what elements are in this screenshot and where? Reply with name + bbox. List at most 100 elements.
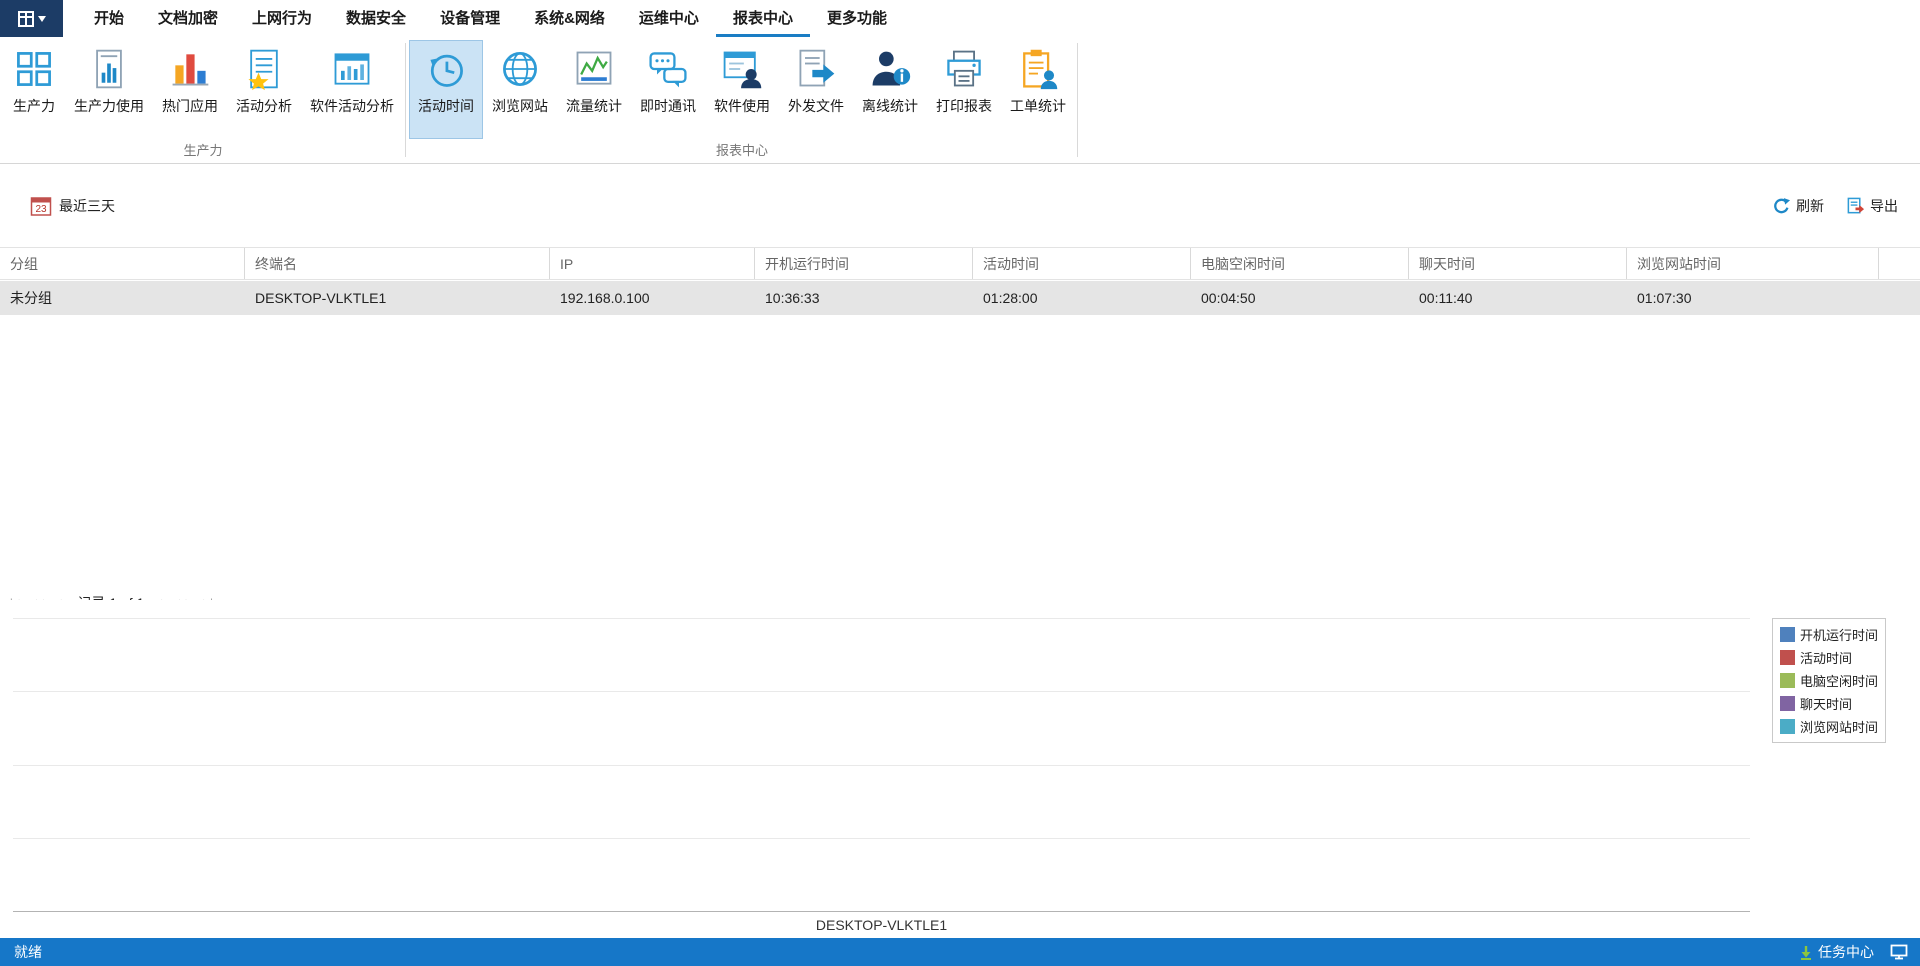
legend-swatch [1779,696,1795,711]
tab-more-features[interactable]: 更多功能 [810,0,904,37]
cell-browse-time: 01:07:30 [1637,290,1692,306]
cell-idle-time: 00:04:50 [1201,290,1256,306]
cell-terminal: DESKTOP-VLKTLE1 [255,290,387,306]
chart-legend: 开机运行时间 活动时间 电脑空闲时间 聊天时间 浏览网站时间 [1771,618,1886,743]
chart-gridline [13,837,1750,839]
ribbon-button-outgoing-files[interactable]: 外发文件 [779,40,853,139]
ribbon: 生产力 生产力使用 热门应用 活动分析 软件活动分析 生产力 活动时间 浏览网站… [0,37,1920,164]
ribbon-button-productivity[interactable]: 生产力 [3,40,65,139]
column-header-idle-time[interactable]: 电脑空闲时间 [1191,248,1409,279]
filter-bar: 23 最近三天 刷新 导出 [0,178,1920,234]
column-header-active-time[interactable]: 活动时间 [973,248,1191,279]
tab-start[interactable]: 开始 [77,0,141,37]
tab-device-management[interactable]: 设备管理 [423,0,517,37]
column-header-browse-time[interactable]: 浏览网站时间 [1627,248,1879,279]
ribbon-group-report-buttons: 活动时间 浏览网站 流量统计 即时通讯 软件使用 外发文件 离线统计 打印报表 … [409,37,1075,140]
menu-tabs: 开始 文档加密 上网行为 数据安全 设备管理 系统&网络 运维中心 报表中心 更… [77,0,904,37]
export-button[interactable]: 导出 [1846,196,1898,216]
ribbon-button-top-apps[interactable]: 热门应用 [153,40,227,139]
ribbon-group-productivity: 生产力 生产力使用 热门应用 活动分析 软件活动分析 生产力 [0,37,406,163]
chart-gridline [13,691,1750,693]
legend-item: 电脑空闲时间 [1779,671,1878,690]
tab-report-center[interactable]: 报表中心 [715,0,810,37]
legend-label: 活动时间 [1799,651,1852,666]
globe-icon [503,52,537,86]
task-center-button[interactable]: 任务中心 [1799,942,1874,962]
doc-star-icon [248,49,278,91]
ribbon-button-label: 工单统计 [1010,98,1066,114]
ribbon-button-traffic-stats[interactable]: 流量统计 [557,40,631,139]
ribbon-button-print-report[interactable]: 打印报表 [927,40,1001,139]
ribbon-button-productivity-usage[interactable]: 生产力使用 [65,40,153,139]
legend-label: 电脑空闲时间 [1799,674,1878,689]
column-header-terminal[interactable]: 终端名 [245,248,550,279]
tab-system-network[interactable]: 系统&网络 [517,0,622,37]
ribbon-button-browse-websites[interactable]: 浏览网站 [483,40,557,139]
bars-icon [172,54,209,86]
activity-time-chart: DESKTOP-VLKTLE1 开机运行时间 活动时间 电脑空闲时间 聊天时间 … [0,600,1920,938]
window-chart-icon [334,53,370,85]
traffic-chart-icon [576,51,612,85]
legend-item: 聊天时间 [1779,694,1878,713]
ribbon-button-instant-messaging[interactable]: 即时通讯 [631,40,705,139]
legend-label: 开机运行时间 [1799,628,1878,643]
status-text: 就绪 [14,944,42,960]
grid-icon [17,52,51,86]
tab-ops-center[interactable]: 运维中心 [622,0,716,37]
column-header-uptime[interactable]: 开机运行时间 [755,248,973,279]
toolbar-actions: 刷新 导出 [1772,196,1898,216]
ribbon-button-label: 离线统计 [862,98,918,114]
refresh-button[interactable]: 刷新 [1772,196,1824,216]
app-window-icon [18,10,34,27]
status-bar-right: 任务中心 [1799,942,1908,962]
table-header: 分组 终端名 IP 开机运行时间 活动时间 电脑空闲时间 聊天时间 浏览网站时间 [0,247,1920,280]
tab-doc-encryption[interactable]: 文档加密 [141,0,235,37]
ribbon-group-productivity-buttons: 生产力 生产力使用 热门应用 活动分析 软件活动分析 [3,37,403,140]
ribbon-button-label: 软件活动分析 [310,98,394,114]
table-row[interactable]: 未分组 DESKTOP-VLKTLE1 192.168.0.100 10:36:… [0,281,1920,315]
export-icon [1847,197,1865,213]
printer-icon [947,50,981,87]
ribbon-button-label: 流量统计 [566,98,622,114]
legend-item: 浏览网站时间 [1779,717,1878,736]
refresh-label: 刷新 [1796,198,1824,214]
chat-icon [649,52,687,88]
cell-group: 未分组 [10,290,52,306]
tab-web-behavior[interactable]: 上网行为 [235,0,329,37]
tab-data-security[interactable]: 数据安全 [329,0,423,37]
cell-chat-time: 00:11:40 [1419,290,1473,306]
cell-uptime: 10:36:33 [765,290,820,306]
ribbon-button-label: 软件使用 [714,98,770,114]
legend-swatch [1779,650,1795,665]
column-header-group[interactable]: 分组 [0,248,245,279]
legend-item: 活动时间 [1779,648,1878,667]
ribbon-button-software-usage[interactable]: 软件使用 [705,40,779,139]
date-range-filter[interactable]: 23 最近三天 [30,195,115,217]
refresh-icon [1774,197,1791,213]
cell-active-time: 01:28:00 [983,290,1038,306]
column-header-chat-time[interactable]: 聊天时间 [1409,248,1627,279]
ribbon-group-report-center: 活动时间 浏览网站 流量统计 即时通讯 软件使用 外发文件 离线统计 打印报表 … [406,37,1078,163]
chart-category-label: DESKTOP-VLKTLE1 [815,917,948,933]
ribbon-button-label: 活动分析 [236,98,292,114]
monitor-icon[interactable] [1890,944,1908,960]
task-center-label: 任务中心 [1818,944,1874,960]
legend-swatch [1779,719,1795,734]
ribbon-button-activity-time[interactable]: 活动时间 [409,40,483,139]
app-menu-button[interactable] [0,0,63,37]
ribbon-button-offline-stats[interactable]: 离线统计 [853,40,927,139]
chart-gridline [13,764,1750,766]
worksheet-icon [1023,49,1058,90]
ribbon-button-ticket-stats[interactable]: 工单统计 [1001,40,1075,139]
status-bar: 就绪 任务中心 [0,938,1920,966]
chevron-down-icon [38,15,46,22]
ribbon-button-software-activity-analysis[interactable]: 软件活动分析 [301,40,403,139]
doc-chart-icon [96,49,122,89]
legend-label: 聊天时间 [1799,697,1852,712]
ribbon-button-activity-analysis[interactable]: 活动分析 [227,40,301,139]
ribbon-group-caption: 报表中心 [715,143,768,158]
ribbon-button-label: 外发文件 [788,98,844,114]
ribbon-button-label: 即时通讯 [640,98,696,114]
offline-user-icon [872,51,911,86]
column-header-ip[interactable]: IP [550,248,755,279]
